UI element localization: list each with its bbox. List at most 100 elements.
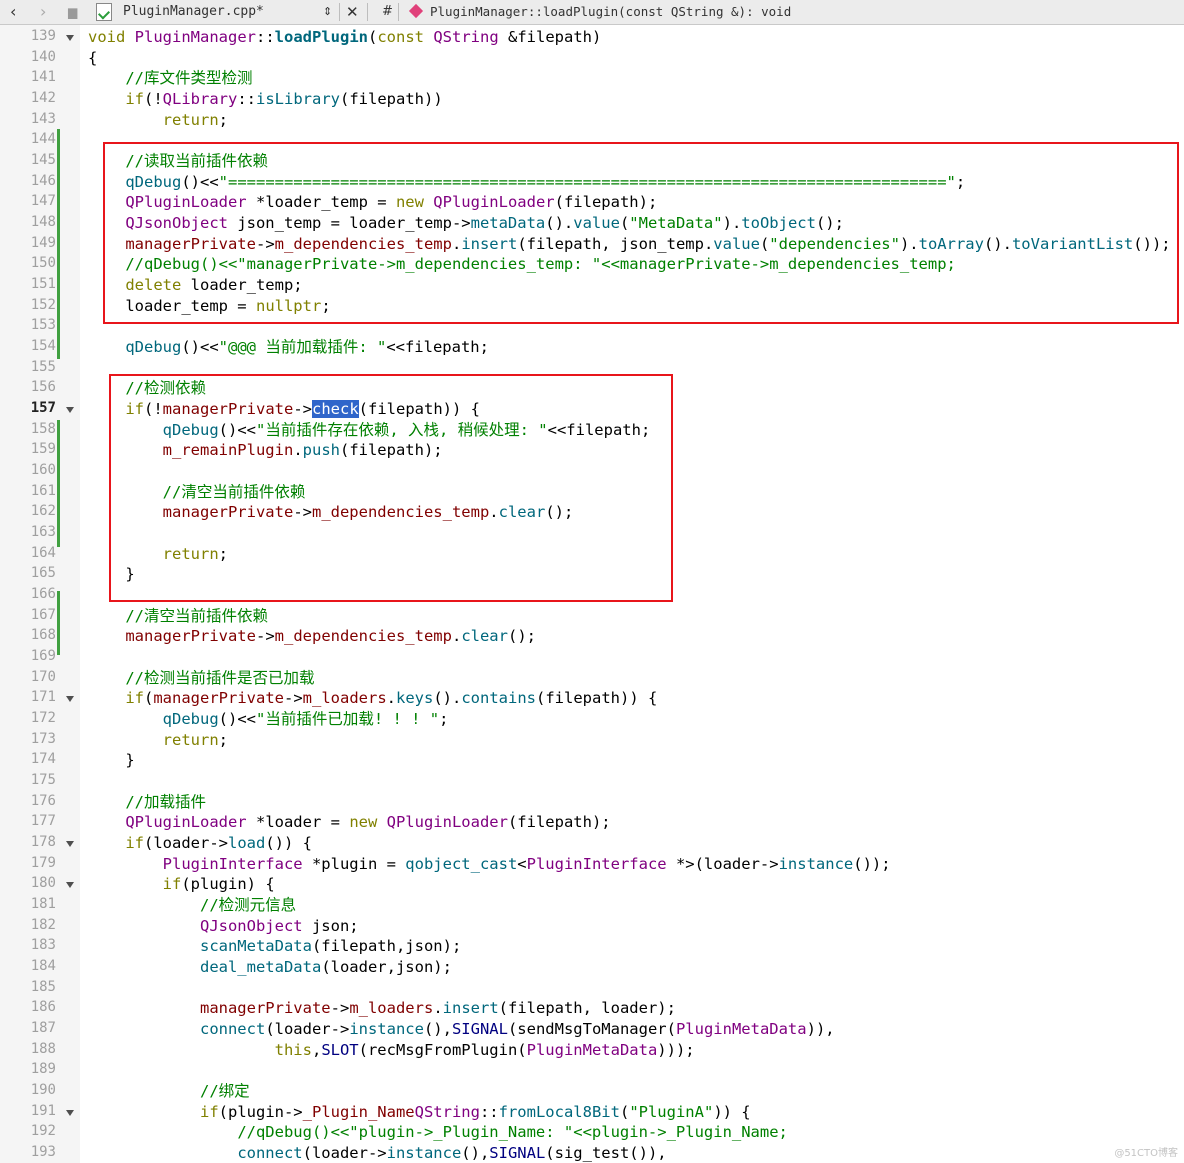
code-line[interactable]: } [88, 564, 134, 584]
code-line[interactable]: if(managerPrivate->m_loaders.keys().cont… [88, 688, 657, 708]
code-line[interactable]: //检测当前插件是否已加载 [88, 668, 314, 688]
code-token: loadPlugin [274, 28, 368, 46]
code-line[interactable]: //清空当前插件依赖 [88, 482, 306, 502]
nav-back-icon[interactable]: ‹ [10, 0, 16, 24]
code-token: *loader = [255, 813, 350, 831]
fold-toggle-icon[interactable] [66, 35, 74, 41]
code-line[interactable]: //绑定 [88, 1081, 250, 1101]
code-line[interactable]: //qDebug()<<"managerPrivate->m_dependenc… [88, 254, 956, 274]
code-line[interactable]: scanMetaData(filepath,json); [88, 936, 461, 956]
code-line[interactable]: //检测依赖 [88, 378, 206, 398]
code-token: ( [759, 234, 770, 253]
code-token: m_dependencies_temp [274, 234, 452, 253]
code-line[interactable]: void PluginManager::loadPlugin(const QSt… [88, 27, 601, 47]
code-line[interactable]: return; [88, 544, 228, 564]
line-number: 153 [30, 317, 56, 333]
code-line[interactable]: return; [88, 110, 228, 130]
code-line[interactable]: //清空当前插件依赖 [88, 606, 268, 626]
line-number: 172 [30, 710, 56, 726]
code-line[interactable]: connect(loader->instance(),SIGNAL(sendMs… [88, 1019, 835, 1039]
fold-toggle-icon[interactable] [66, 882, 74, 888]
code-line[interactable]: managerPrivate->m_loaders.insert(filepat… [88, 998, 676, 1018]
code-line[interactable]: //qDebug()<<"plugin->_Plugin_Name: "<<pl… [88, 1122, 788, 1142]
code-line[interactable]: if(plugin) { [88, 874, 275, 894]
lock-icon[interactable]: ▆ [68, 0, 77, 24]
code-line[interactable]: if(plugin->_Plugin_NameQString::fromLoca… [88, 1102, 751, 1122]
code-line[interactable]: QJsonObject json; [88, 916, 359, 936]
line-number: 180 [30, 875, 56, 891]
code-token: (). [983, 234, 1012, 253]
close-file-icon[interactable]: ✕ [346, 0, 359, 24]
code-line[interactable]: connect(loader->instance(),SIGNAL(sig_te… [88, 1143, 666, 1163]
line-number: 163 [30, 524, 56, 540]
code-editor[interactable]: void PluginManager::loadPlugin(const QSt… [81, 25, 1184, 1163]
fold-toggle-icon[interactable] [66, 1109, 74, 1116]
code-token: return [162, 730, 219, 749]
code-line[interactable]: if(!managerPrivate->check(filepath)) { [88, 399, 480, 419]
code-token: SIGNAL [451, 1020, 508, 1038]
code-line[interactable]: qDebug()<<"@@@ 当前加载插件: "<<filepath; [88, 337, 489, 357]
code-line[interactable]: //库文件类型检测 [88, 68, 252, 88]
file-name[interactable]: PluginManager.cpp* [123, 0, 264, 24]
code-line[interactable]: loader_temp = nullptr; [88, 296, 330, 316]
symbol-selector[interactable]: PluginManager::loadPlugin(const QString … [430, 0, 791, 24]
code-token: -> [255, 234, 275, 253]
code-token: connect [237, 1144, 303, 1162]
code-token: ()); [1133, 234, 1171, 253]
code-token: //加载插件 [125, 792, 206, 811]
code-token: toObject [741, 214, 816, 232]
line-number: 166 [30, 586, 56, 602]
file-dropdown-icon[interactable]: ⇕ [323, 0, 332, 24]
code-token: "当前插件存在依赖, 入栈, 稍候处理: " [255, 420, 548, 439]
code-token: m_loaders [302, 689, 387, 707]
code-line[interactable]: if(loader->load()) { [88, 833, 312, 853]
code-line[interactable]: delete loader_temp; [88, 275, 302, 295]
code-line[interactable]: managerPrivate->m_dependencies_temp.clea… [88, 626, 536, 646]
code-line[interactable]: } [88, 750, 134, 770]
code-line[interactable]: qDebug()<<"当前插件已加载! ! ! "; [88, 709, 449, 729]
fold-toggle-icon[interactable] [66, 407, 74, 413]
code-line[interactable]: managerPrivate->m_dependencies_temp.inse… [88, 234, 1171, 254]
line-number: 191 [30, 1102, 56, 1119]
code-token: if [125, 400, 144, 418]
line-number: 183 [30, 937, 56, 953]
code-line[interactable]: m_remainPlugin.push(filepath); [88, 440, 443, 460]
code-token: managerPrivate [153, 689, 284, 707]
code-line[interactable]: return; [88, 730, 228, 750]
code-line[interactable]: //检测元信息 [88, 895, 296, 915]
code-token: //清空当前插件依赖 [125, 606, 268, 625]
code-token: qDebug [125, 172, 182, 191]
line-number: 182 [30, 916, 56, 933]
code-token: connect [199, 1020, 266, 1038]
file-icon [96, 0, 112, 24]
code-token: value [713, 234, 760, 253]
code-token: managerPrivate [125, 627, 256, 645]
code-token: ()<< [181, 338, 219, 356]
fold-toggle-icon[interactable] [66, 696, 74, 702]
code-line[interactable]: PluginInterface *plugin = qobject_cast<P… [88, 854, 891, 874]
line-number: 167 [30, 606, 56, 623]
code-line[interactable]: qDebug()<<"当前插件存在依赖, 入栈, 稍候处理: "<<filepa… [88, 420, 651, 440]
code-token: ))); [657, 1040, 695, 1059]
code-line[interactable]: //读取当前插件依赖 [88, 151, 268, 171]
editor-toolbar: ‹ › ▆ PluginManager.cpp* ⇕ ✕ # PluginMan… [0, 0, 1184, 25]
code-line[interactable]: QPluginLoader *loader_temp = new QPlugin… [88, 192, 657, 212]
code-line[interactable]: deal_metaData(loader,json); [88, 957, 452, 977]
fold-toggle-icon[interactable] [66, 841, 74, 847]
code-line[interactable]: if(!QLibrary::isLibrary(filepath)) [88, 89, 442, 109]
line-number: 148 [30, 214, 56, 230]
code-line[interactable]: managerPrivate->m_dependencies_temp.clea… [88, 502, 574, 522]
nav-forward-icon[interactable]: › [40, 0, 46, 24]
code-line[interactable]: QJsonObject json_temp = loader_temp->met… [88, 213, 844, 233]
code-line[interactable]: qDebug()<<"=============================… [88, 172, 965, 192]
line-number: 193 [30, 1144, 56, 1160]
code-line[interactable]: //加载插件 [88, 792, 206, 812]
code-line[interactable]: QPluginLoader *loader = new QPluginLoade… [88, 812, 610, 832]
code-line[interactable]: { [88, 48, 97, 68]
code-line[interactable]: this,SLOT(recMsgFromPlugin(PluginMetaDat… [88, 1040, 695, 1060]
